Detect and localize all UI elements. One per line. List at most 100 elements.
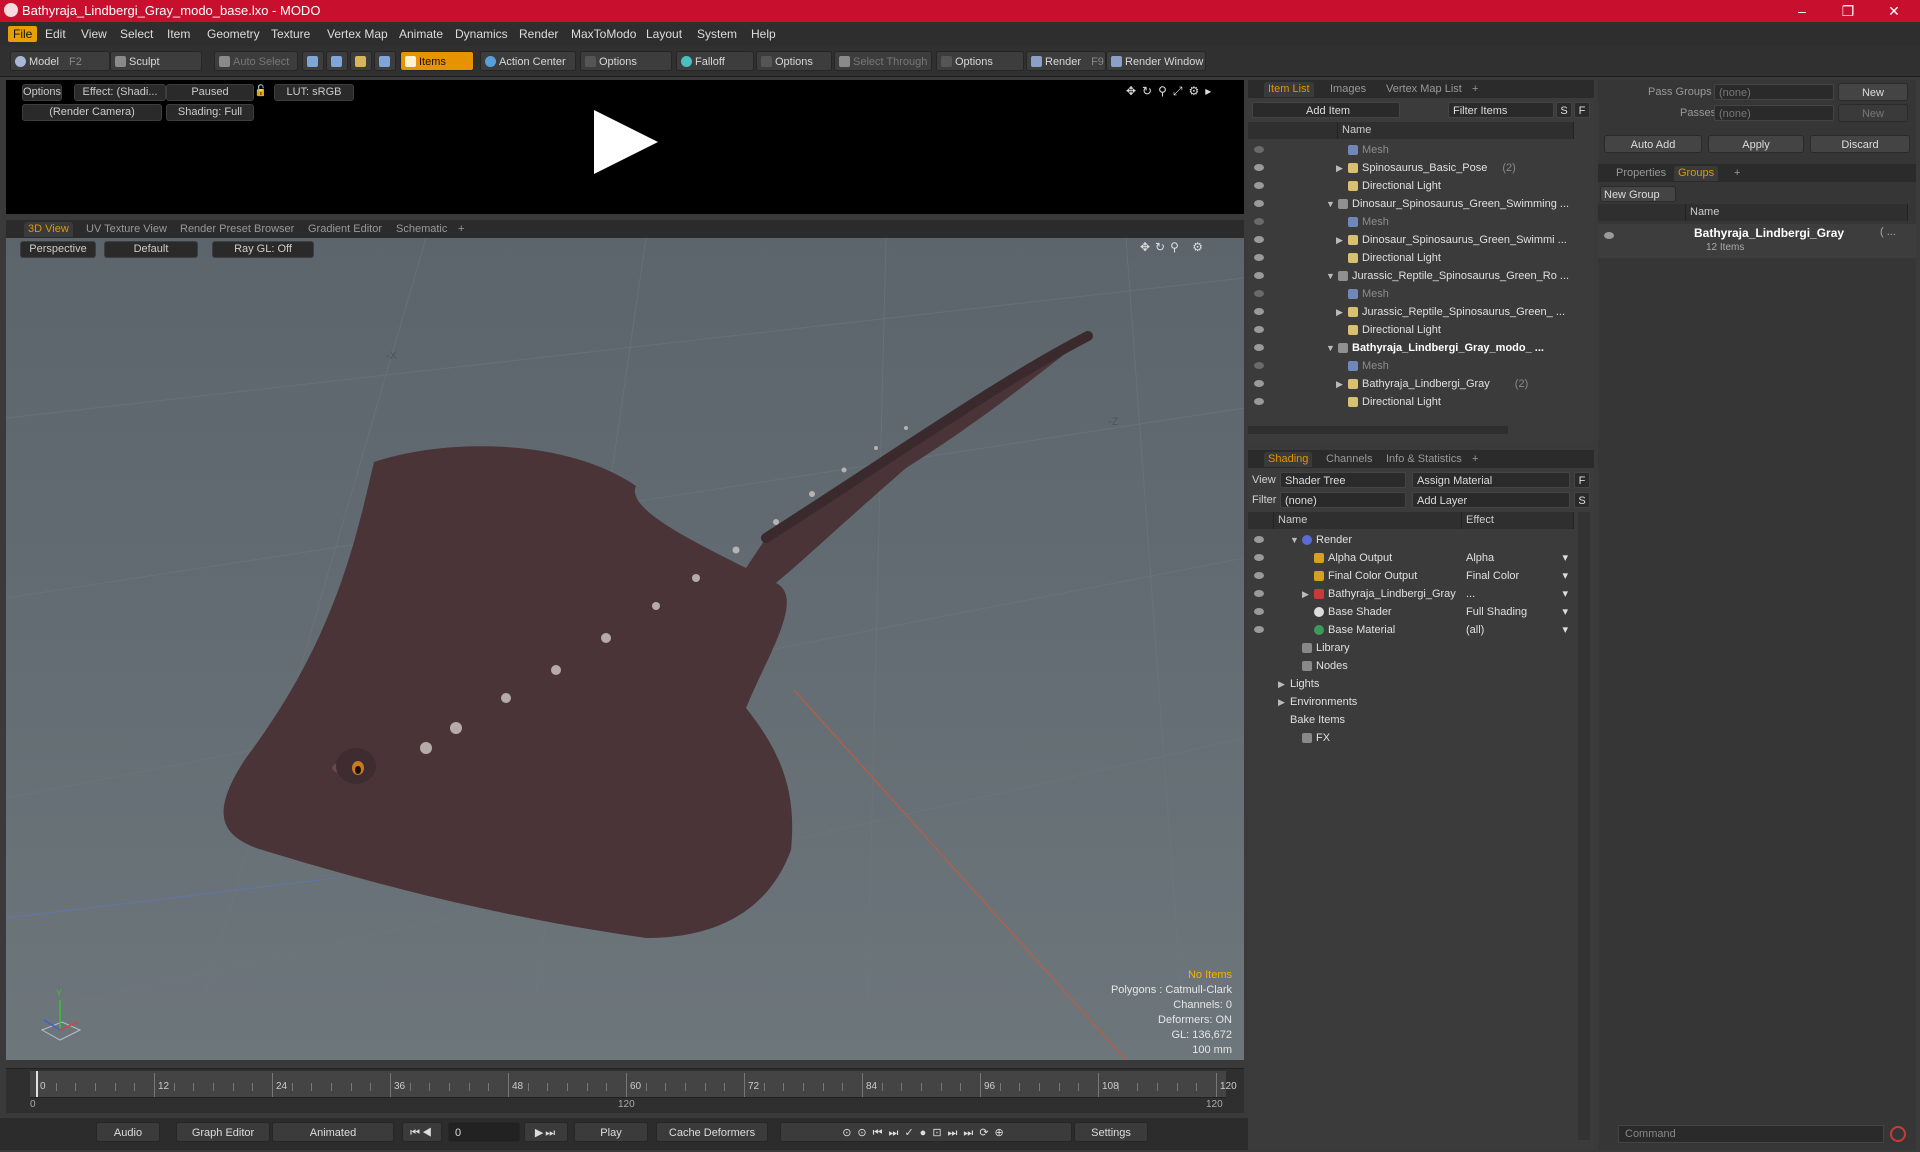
eye-icon[interactable] <box>1254 362 1264 369</box>
shader-row[interactable]: ▼ Render <box>1248 531 1574 549</box>
add-tab-button[interactable]: + <box>454 222 468 237</box>
shader-row[interactable]: Nodes <box>1248 657 1574 675</box>
item-list-row[interactable]: ▶ Jurassic_Reptile_Spinosaurus_Green_ ... <box>1248 303 1574 321</box>
menu-edit[interactable]: Edit <box>40 26 71 42</box>
play-button[interactable]: Play <box>574 1122 648 1142</box>
item-list-row[interactable]: Mesh <box>1248 285 1574 303</box>
preview-paused-button[interactable]: Paused <box>166 84 254 101</box>
shading-f-button[interactable]: F <box>1574 472 1590 488</box>
menu-dynamics[interactable]: Dynamics <box>450 26 513 42</box>
eye-icon[interactable] <box>1254 572 1264 579</box>
item-list-row[interactable]: Directional Light <box>1248 249 1574 267</box>
eye-icon[interactable] <box>1254 146 1264 153</box>
new-pass-group-button[interactable]: New <box>1838 83 1908 101</box>
menu-render[interactable]: Render <box>514 26 563 42</box>
menu-maxtomodo[interactable]: MaxToModo <box>566 26 641 42</box>
action-center-button[interactable]: Action Center <box>480 51 576 71</box>
shading-vscrollbar[interactable] <box>1578 512 1590 1140</box>
preview-camera-dropdown[interactable]: (Render Camera) <box>22 104 162 121</box>
menu-layout[interactable]: Layout <box>641 26 687 42</box>
menu-file[interactable]: File <box>8 26 38 42</box>
shading-style-dropdown[interactable]: Default <box>104 241 198 258</box>
shader-row[interactable]: Bake Items <box>1248 711 1574 729</box>
tab-3d-view[interactable]: 3D View <box>24 222 73 237</box>
tab-uv-texture-view[interactable]: UV Texture View <box>82 222 171 237</box>
close-button[interactable]: ✕ <box>1872 0 1916 22</box>
items-mode-button[interactable]: Items <box>400 51 474 71</box>
timeline[interactable]: 0 12 24 36 48 60 72 84 96 108 120 0 120 120 <box>6 1068 1244 1113</box>
shader-row[interactable]: Library <box>1248 639 1574 657</box>
item-list-row[interactable]: Mesh <box>1248 357 1574 375</box>
collapse-arrow-icon[interactable]: ▼ <box>1326 267 1335 285</box>
graph-editor-button[interactable]: Graph Editor <box>176 1122 270 1142</box>
new-group-button[interactable]: New Group <box>1600 186 1676 202</box>
shader-row[interactable]: ▶ Environments <box>1248 693 1574 711</box>
item-list-row[interactable]: ▼ Bathyraja_Lindbergi_Gray_modo_ ... <box>1248 339 1574 357</box>
materials-mode-button[interactable] <box>374 51 396 71</box>
select-through-button[interactable]: Select Through <box>834 51 932 71</box>
item-list-row[interactable]: Directional Light <box>1248 321 1574 339</box>
raygl-dropdown[interactable]: Ray GL: Off <box>212 241 314 258</box>
item-list-row[interactable]: ▼ Jurassic_Reptile_Spinosaurus_Green_Ro .… <box>1248 267 1574 285</box>
auto-select-button[interactable]: Auto Select <box>214 51 298 71</box>
tab-groups[interactable]: Groups <box>1674 166 1719 181</box>
shader-row[interactable]: Base Material (all) ▾ <box>1248 621 1574 639</box>
frame-input[interactable]: 0 <box>448 1122 520 1142</box>
item-list-row[interactable]: Directional Light <box>1248 393 1574 411</box>
eye-icon[interactable] <box>1254 164 1264 171</box>
eye-icon[interactable] <box>1254 608 1264 615</box>
vertices-mode-button[interactable] <box>302 51 324 71</box>
sculpt-mode-button[interactable]: Sculpt <box>110 51 202 71</box>
eye-icon[interactable] <box>1254 182 1264 189</box>
lock-icon[interactable]: 🔓 <box>254 84 264 99</box>
pass-groups-dropdown[interactable]: (none) <box>1714 84 1834 100</box>
name-column-header[interactable]: Name <box>1338 122 1574 139</box>
shading-s-button[interactable]: S <box>1574 492 1590 508</box>
filter-s-button[interactable]: S <box>1556 102 1572 118</box>
item-list-row[interactable]: Mesh <box>1248 141 1574 159</box>
shading-name-header[interactable]: Name <box>1274 512 1462 529</box>
filter-dropdown[interactable]: (none) <box>1280 492 1406 508</box>
menu-system[interactable]: System <box>692 26 742 42</box>
play-icon[interactable] <box>592 108 660 176</box>
group-row[interactable]: Bathyraja_Lindbergi_Gray ( ... 12 Items <box>1598 224 1916 258</box>
expand-arrow-icon[interactable]: ▶ <box>1336 303 1343 321</box>
effect-dropdown[interactable]: (all) ▾ <box>1466 621 1570 639</box>
menu-animate[interactable]: Animate <box>394 26 448 42</box>
new-pass-button[interactable]: New <box>1838 104 1908 122</box>
action-center-options-button[interactable]: Options <box>580 51 672 71</box>
step-forward-icon[interactable]: ▶⏭ <box>524 1122 568 1142</box>
animated-dropdown[interactable]: Animated <box>272 1122 394 1142</box>
item-list-row[interactable]: Directional Light <box>1248 177 1574 195</box>
groups-name-header[interactable]: Name <box>1686 204 1908 221</box>
tab-vertex-map-list[interactable]: Vertex Map List <box>1382 82 1466 97</box>
eye-icon[interactable] <box>1254 254 1264 261</box>
effect-dropdown[interactable]: Final Color ▾ <box>1466 567 1570 585</box>
falloff-options-button[interactable]: Options <box>756 51 832 71</box>
eye-icon[interactable] <box>1254 326 1264 333</box>
tab-properties[interactable]: Properties <box>1612 166 1670 181</box>
tab-shading[interactable]: Shading <box>1264 452 1313 467</box>
collapse-arrow-icon[interactable]: ▼ <box>1326 339 1335 357</box>
add-item-dropdown[interactable]: Add Item <box>1252 102 1400 118</box>
tab-schematic[interactable]: Schematic <box>392 222 451 237</box>
item-list-row[interactable]: ▼ Dinosaur_Spinosaurus_Green_Swimming ... <box>1248 195 1574 213</box>
perspective-dropdown[interactable]: Perspective <box>20 241 96 258</box>
shader-row[interactable]: ▶ Lights <box>1248 675 1574 693</box>
collapse-arrow-icon[interactable]: ▼ <box>1326 195 1335 213</box>
expand-arrow-icon[interactable]: ▶ <box>1336 159 1343 177</box>
command-input[interactable]: Command <box>1618 1125 1884 1143</box>
3d-viewport[interactable]: -X -Z Perspective Default Ray GL: Off ✥↻… <box>6 238 1244 1060</box>
render-button[interactable]: Render F9 <box>1026 51 1106 71</box>
settings-button[interactable]: Settings <box>1074 1122 1148 1142</box>
menu-help[interactable]: Help <box>746 26 781 42</box>
filter-items-input[interactable]: Filter Items <box>1448 102 1554 118</box>
key-tools-icons[interactable]: ⊙⊙⏮⏭✓●⊡⏭⏭⟳⊕ <box>780 1122 1072 1142</box>
timeline-ruler[interactable]: 0 12 24 36 48 60 72 84 96 108 120 <box>30 1071 1237 1098</box>
menu-geometry[interactable]: Geometry <box>202 26 265 42</box>
passes-dropdown[interactable]: (none) <box>1714 105 1834 121</box>
preview-lut-dropdown[interactable]: LUT: sRGB <box>274 84 354 101</box>
eye-icon[interactable] <box>1254 344 1264 351</box>
render-window-button[interactable]: Render Window <box>1106 51 1206 71</box>
filter-f-button[interactable]: F <box>1574 102 1590 118</box>
